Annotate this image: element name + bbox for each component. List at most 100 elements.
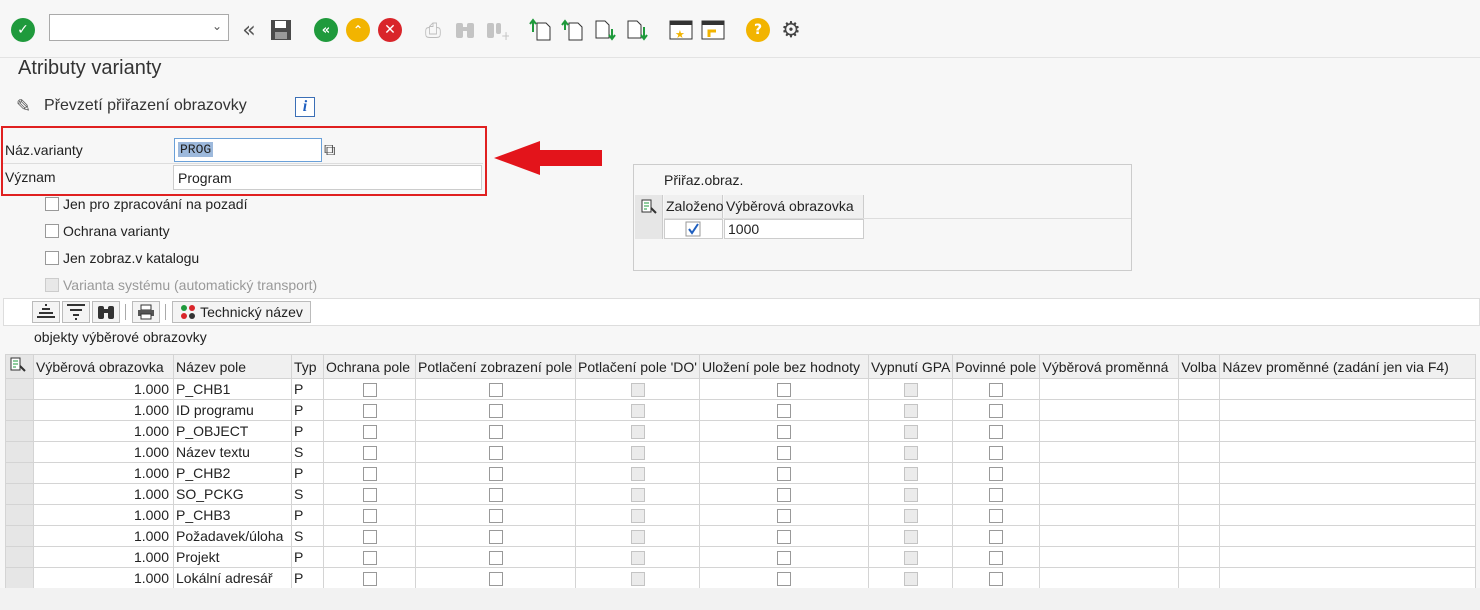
table-select-all-icon[interactable] — [5, 354, 34, 379]
column-header[interactable]: Výběrová obrazovka — [33, 354, 174, 379]
filter-icon[interactable] — [62, 301, 90, 323]
row-selector[interactable] — [5, 567, 34, 589]
hide-field-checkbox[interactable] — [488, 446, 503, 461]
option-cell[interactable] — [1178, 462, 1221, 484]
variable-name-cell[interactable] — [1219, 462, 1477, 484]
save-without-value-checkbox[interactable] — [777, 572, 791, 587]
table-row[interactable]: 1.000 Požadavek/úloha S — [5, 525, 1477, 547]
row-selector[interactable] — [635, 219, 663, 239]
collapse-icon[interactable]: « — [236, 17, 262, 43]
variant-name-input[interactable]: PROG — [174, 138, 322, 162]
create-session-icon[interactable]: ★ — [668, 17, 694, 43]
row-selector[interactable] — [5, 525, 34, 547]
option-cell[interactable] — [1178, 567, 1221, 589]
option-cell[interactable] — [1178, 504, 1221, 526]
option-cell[interactable] — [1178, 546, 1221, 568]
selection-variable-cell[interactable] — [1039, 483, 1180, 505]
take-screen-assignment-button[interactable]: Převzetí přiřazení obrazovky — [44, 97, 247, 115]
required-field-checkbox[interactable] — [989, 425, 1004, 440]
field-protection-checkbox[interactable] — [362, 467, 377, 482]
variable-name-cell[interactable] — [1219, 399, 1477, 421]
table-row[interactable]: 1.000 ID programu P — [5, 399, 1477, 421]
table-row[interactable]: 1.000 P_CHB1 P — [5, 378, 1477, 400]
row-selector[interactable] — [5, 399, 34, 421]
save-icon[interactable] — [268, 17, 294, 43]
row-selector[interactable] — [5, 441, 34, 463]
hide-field-checkbox[interactable] — [488, 467, 503, 482]
next-page-icon[interactable] — [592, 17, 618, 43]
catalog-only-checkbox[interactable] — [45, 251, 59, 265]
background-only-checkbox[interactable] — [45, 197, 59, 211]
column-header[interactable]: Potlačení pole 'DO' — [575, 354, 700, 379]
save-without-value-checkbox[interactable] — [777, 509, 791, 524]
info-icon[interactable]: i — [295, 97, 315, 117]
sort-ascending-icon[interactable] — [32, 301, 60, 323]
column-header[interactable]: Uložení pole bez hodnoty — [699, 354, 869, 379]
save-without-value-checkbox[interactable] — [777, 530, 791, 545]
variable-name-cell[interactable] — [1219, 525, 1477, 547]
command-field[interactable]: ⌄ — [49, 14, 229, 41]
print-icon[interactable] — [132, 301, 160, 323]
row-selector[interactable] — [5, 483, 34, 505]
required-field-checkbox[interactable] — [989, 509, 1004, 524]
command-dropdown-icon[interactable]: ⌄ — [212, 19, 222, 33]
selection-screen-cell[interactable]: 1000 — [724, 219, 864, 239]
selection-variable-cell[interactable] — [1039, 504, 1180, 526]
row-selector[interactable] — [5, 546, 34, 568]
table-row[interactable]: 1.000 Lokální adresář P — [5, 567, 1477, 589]
row-selector[interactable] — [5, 378, 34, 400]
field-protection-checkbox[interactable] — [362, 488, 377, 503]
hide-field-checkbox[interactable] — [488, 425, 503, 440]
option-cell[interactable] — [1178, 483, 1221, 505]
required-field-checkbox[interactable] — [989, 572, 1004, 587]
field-protection-checkbox[interactable] — [362, 572, 377, 587]
save-without-value-checkbox[interactable] — [777, 404, 791, 419]
column-header[interactable]: Povinné pole — [952, 354, 1041, 379]
variable-name-cell[interactable] — [1219, 483, 1477, 505]
required-field-checkbox[interactable] — [989, 530, 1004, 545]
field-protection-checkbox[interactable] — [362, 425, 377, 440]
save-without-value-checkbox[interactable] — [777, 488, 791, 503]
column-header-selection-screen[interactable]: Výběrová obrazovka — [724, 195, 864, 219]
field-protection-checkbox[interactable] — [362, 404, 377, 419]
column-header[interactable]: Výběrová proměnná — [1039, 354, 1180, 379]
table-row[interactable]: 1.000 P_CHB2 P — [5, 462, 1477, 484]
save-without-value-checkbox[interactable] — [777, 551, 791, 566]
hide-field-checkbox[interactable] — [488, 404, 503, 419]
find-icon[interactable] — [92, 301, 120, 323]
save-without-value-checkbox[interactable] — [777, 446, 791, 461]
exit-icon[interactable]: ⌃ — [345, 17, 371, 43]
variable-name-cell[interactable] — [1219, 567, 1477, 589]
selection-variable-cell[interactable] — [1039, 441, 1180, 463]
variable-name-cell[interactable] — [1219, 546, 1477, 568]
column-header[interactable]: Název proměnné (zadání jen via F4) — [1219, 354, 1477, 379]
technical-name-button[interactable]: Technický název — [172, 301, 311, 323]
first-page-icon[interactable] — [528, 17, 554, 43]
enter-icon[interactable]: ✓ — [10, 17, 36, 43]
table-row[interactable]: 1.000 SO_PCKG S — [5, 483, 1477, 505]
required-field-checkbox[interactable] — [989, 446, 1004, 461]
required-field-checkbox[interactable] — [989, 404, 1004, 419]
option-cell[interactable] — [1178, 399, 1221, 421]
variable-name-cell[interactable] — [1219, 441, 1477, 463]
hide-field-checkbox[interactable] — [488, 530, 503, 545]
field-protection-checkbox[interactable] — [362, 509, 377, 524]
cancel-icon[interactable]: ✕ — [377, 17, 403, 43]
variable-name-cell[interactable] — [1219, 504, 1477, 526]
hide-field-checkbox[interactable] — [488, 488, 503, 503]
selection-variable-cell[interactable] — [1039, 462, 1180, 484]
column-header[interactable]: Vypnutí GPA — [867, 354, 954, 379]
created-checkbox[interactable] — [664, 219, 723, 239]
shortcut-icon[interactable] — [700, 17, 726, 43]
protect-variant-checkbox[interactable] — [45, 224, 59, 238]
help-icon[interactable]: ? — [745, 17, 771, 43]
column-header[interactable]: Ochrana pole — [323, 354, 416, 379]
back-icon[interactable]: « — [313, 17, 339, 43]
option-cell[interactable] — [1178, 378, 1221, 400]
pencil-icon[interactable]: ✎ — [16, 96, 31, 117]
selection-variable-cell[interactable] — [1039, 378, 1180, 400]
table-row[interactable]: 1.000 Projekt P — [5, 546, 1477, 568]
selection-variable-cell[interactable] — [1039, 420, 1180, 442]
hide-field-checkbox[interactable] — [488, 383, 503, 398]
hide-field-checkbox[interactable] — [488, 551, 503, 566]
